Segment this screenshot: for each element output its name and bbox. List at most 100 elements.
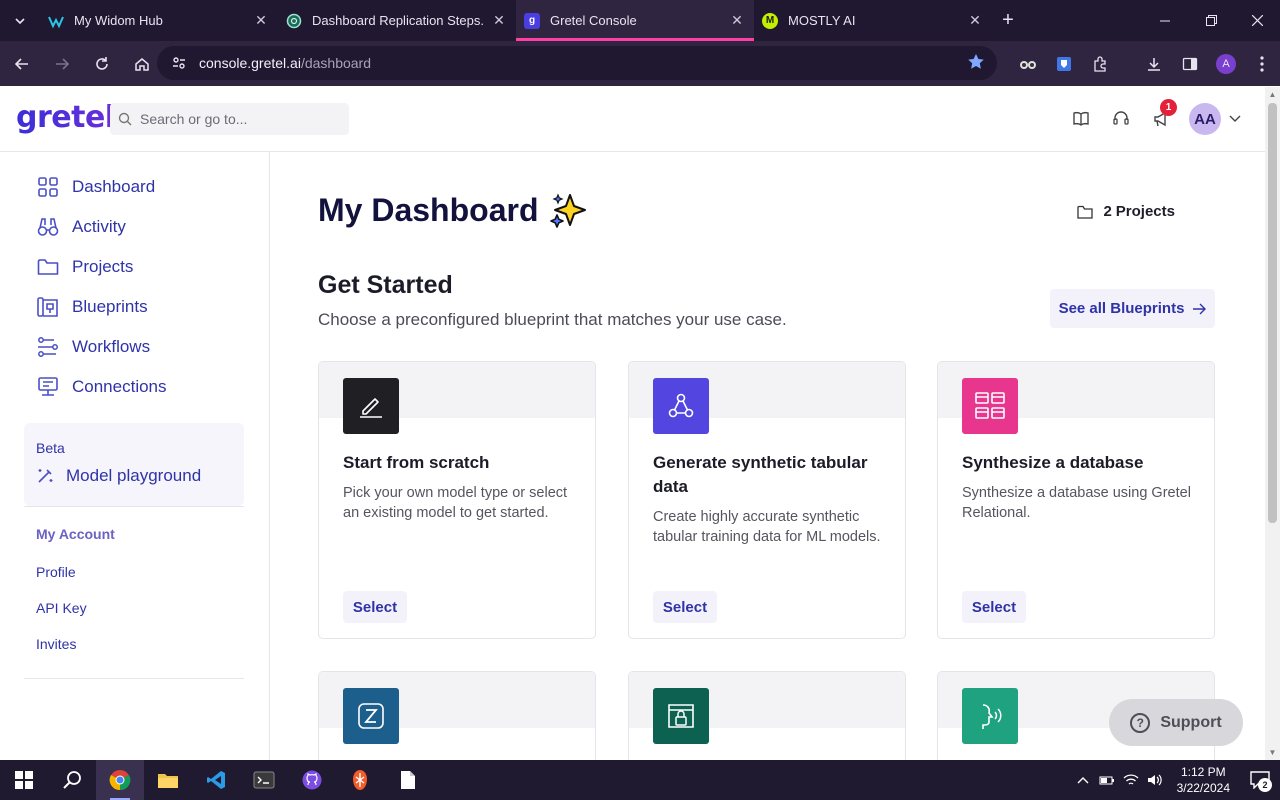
binoculars-icon bbox=[36, 215, 60, 239]
scrollbar-thumb[interactable] bbox=[1268, 103, 1277, 523]
windows-taskbar: 1:12 PM 3/22/2024 2 bbox=[0, 760, 1280, 800]
volume-icon[interactable] bbox=[1143, 760, 1167, 800]
clock-time: 1:12 PM bbox=[1180, 765, 1226, 779]
taskbar-app-orange[interactable] bbox=[336, 760, 384, 800]
scroll-down-arrow[interactable]: ▼ bbox=[1268, 748, 1277, 757]
wifi-icon[interactable] bbox=[1119, 760, 1143, 800]
extension-glasses-icon[interactable] bbox=[1010, 46, 1046, 82]
select-button[interactable]: Select bbox=[343, 591, 407, 623]
projects-count-link[interactable]: 2 Projects bbox=[1077, 203, 1179, 220]
minimize-icon[interactable] bbox=[1142, 0, 1188, 41]
invites-link[interactable]: Invites bbox=[36, 636, 76, 652]
browser-tab-gretel[interactable]: g Gretel Console ✕ bbox=[516, 0, 754, 41]
extensions-puzzle-icon[interactable] bbox=[1082, 46, 1118, 82]
document-icon bbox=[401, 771, 415, 789]
see-all-label: See all Blueprints bbox=[1058, 300, 1185, 317]
browser-menu-icon[interactable] bbox=[1244, 46, 1280, 82]
extension-bitwarden-icon[interactable] bbox=[1046, 46, 1082, 82]
taskbar-search-button[interactable] bbox=[48, 760, 96, 800]
blueprint-card-row2-2[interactable] bbox=[628, 671, 906, 760]
restore-icon[interactable] bbox=[1188, 0, 1234, 41]
profile-avatar[interactable]: A bbox=[1216, 53, 1236, 74]
close-icon[interactable]: ✕ bbox=[966, 12, 984, 30]
taskbar-file-explorer[interactable] bbox=[144, 760, 192, 800]
support-label: Support bbox=[1160, 713, 1222, 731]
tray-chevron-up-icon[interactable] bbox=[1071, 760, 1095, 800]
app-icon bbox=[353, 770, 367, 790]
taskbar-github-desktop[interactable] bbox=[288, 760, 336, 800]
card-description: Create highly accurate synthetic tabular… bbox=[653, 509, 881, 545]
page-scrollbar[interactable]: ▲ ▼ bbox=[1265, 87, 1280, 760]
help-circle-icon: ? bbox=[1130, 712, 1151, 733]
mostly-ai-icon: M bbox=[762, 12, 778, 29]
user-menu-chevron[interactable] bbox=[1229, 115, 1241, 123]
sidebar-item-activity[interactable]: Activity bbox=[36, 215, 126, 239]
github-icon bbox=[302, 770, 322, 790]
notification-count: 2 bbox=[1258, 778, 1272, 792]
tab-search-button[interactable] bbox=[0, 0, 40, 41]
address-bar[interactable]: console.gretel.ai/dashboard bbox=[157, 46, 997, 80]
tables-icon bbox=[962, 378, 1018, 434]
section-subtitle: Choose a preconfigured blueprint that ma… bbox=[318, 310, 787, 329]
extensions-area: A bbox=[1010, 41, 1280, 86]
browser-tab-bar: My Widom Hub ✕ Dashboard Replication Ste… bbox=[0, 0, 1280, 41]
search-input[interactable] bbox=[140, 111, 330, 127]
notification-center-button[interactable]: 2 bbox=[1240, 760, 1280, 800]
close-window-icon[interactable] bbox=[1234, 0, 1280, 41]
taskbar-vscode[interactable] bbox=[192, 760, 240, 800]
browser-tab-chatgpt[interactable]: Dashboard Replication Steps. ✕ bbox=[278, 0, 516, 41]
card-description: Synthesize a database using Gretel Relat… bbox=[962, 485, 1191, 521]
taskbar-notepad[interactable] bbox=[384, 760, 432, 800]
close-icon[interactable]: ✕ bbox=[728, 12, 746, 30]
gretel-logo[interactable]: gretel bbox=[16, 100, 115, 135]
sidebar-item-dashboard[interactable]: Dashboard bbox=[36, 175, 155, 199]
scroll-up-arrow[interactable]: ▲ bbox=[1268, 90, 1277, 99]
new-tab-button[interactable]: + bbox=[992, 0, 1024, 41]
close-icon[interactable]: ✕ bbox=[252, 12, 270, 30]
blueprint-card-synthetic-tabular[interactable]: Generate synthetic tabular data Create h… bbox=[628, 361, 906, 639]
sidebar-item-connections[interactable]: Connections bbox=[36, 375, 167, 399]
battery-icon[interactable] bbox=[1095, 760, 1119, 800]
downloads-icon[interactable] bbox=[1136, 46, 1172, 82]
profile-link[interactable]: Profile bbox=[36, 564, 76, 580]
search-box[interactable] bbox=[110, 103, 349, 135]
blueprint-card-start-from-scratch[interactable]: Start from scratch Pick your own model t… bbox=[318, 361, 596, 639]
reload-button[interactable] bbox=[84, 46, 120, 82]
url-path: /dashboard bbox=[300, 55, 372, 71]
sidebar-item-model-playground[interactable]: Model playground bbox=[36, 466, 201, 486]
forward-button[interactable] bbox=[44, 46, 80, 82]
support-button[interactable]: ? Support bbox=[1109, 699, 1243, 746]
browser-tab-mostly[interactable]: M MOSTLY AI ✕ bbox=[754, 0, 992, 41]
browser-tab-widom[interactable]: My Widom Hub ✕ bbox=[40, 0, 278, 41]
api-key-link[interactable]: API Key bbox=[36, 600, 87, 616]
site-settings-icon[interactable] bbox=[171, 55, 187, 71]
side-panel-icon[interactable] bbox=[1172, 46, 1208, 82]
select-button[interactable]: Select bbox=[653, 591, 717, 623]
start-button[interactable] bbox=[0, 760, 48, 800]
sidebar-item-label: Connections bbox=[72, 377, 167, 396]
bookmark-star-icon[interactable] bbox=[967, 53, 985, 71]
home-button[interactable] bbox=[124, 46, 160, 82]
close-icon[interactable]: ✕ bbox=[490, 12, 508, 30]
main-content: My Dashboard 2 Projects Get Started Choo… bbox=[270, 152, 1265, 760]
divider bbox=[24, 506, 244, 507]
docs-button[interactable] bbox=[1061, 101, 1101, 137]
see-all-blueprints-button[interactable]: See all Blueprints bbox=[1050, 289, 1215, 328]
url-text: console.gretel.ai/dashboard bbox=[199, 55, 371, 71]
select-button[interactable]: Select bbox=[962, 591, 1026, 623]
back-button[interactable] bbox=[4, 46, 40, 82]
sidebar-item-workflows[interactable]: Workflows bbox=[36, 335, 150, 359]
card-title: Start from scratch bbox=[343, 453, 490, 472]
blueprint-card-row2-1[interactable] bbox=[318, 671, 596, 760]
sidebar-item-projects[interactable]: Projects bbox=[36, 255, 133, 279]
user-avatar[interactable]: AA bbox=[1189, 103, 1221, 135]
help-button[interactable] bbox=[1101, 101, 1141, 137]
taskbar-chrome[interactable] bbox=[96, 760, 144, 800]
sidebar-item-blueprints[interactable]: Blueprints bbox=[36, 295, 148, 319]
announcements-button[interactable]: 1 bbox=[1141, 99, 1181, 137]
blueprint-card-synthesize-database[interactable]: Synthesize a database Synthesize a datab… bbox=[937, 361, 1215, 639]
taskbar-terminal[interactable] bbox=[240, 760, 288, 800]
taskbar-clock[interactable]: 1:12 PM 3/22/2024 bbox=[1177, 764, 1230, 796]
search-icon bbox=[118, 112, 132, 126]
